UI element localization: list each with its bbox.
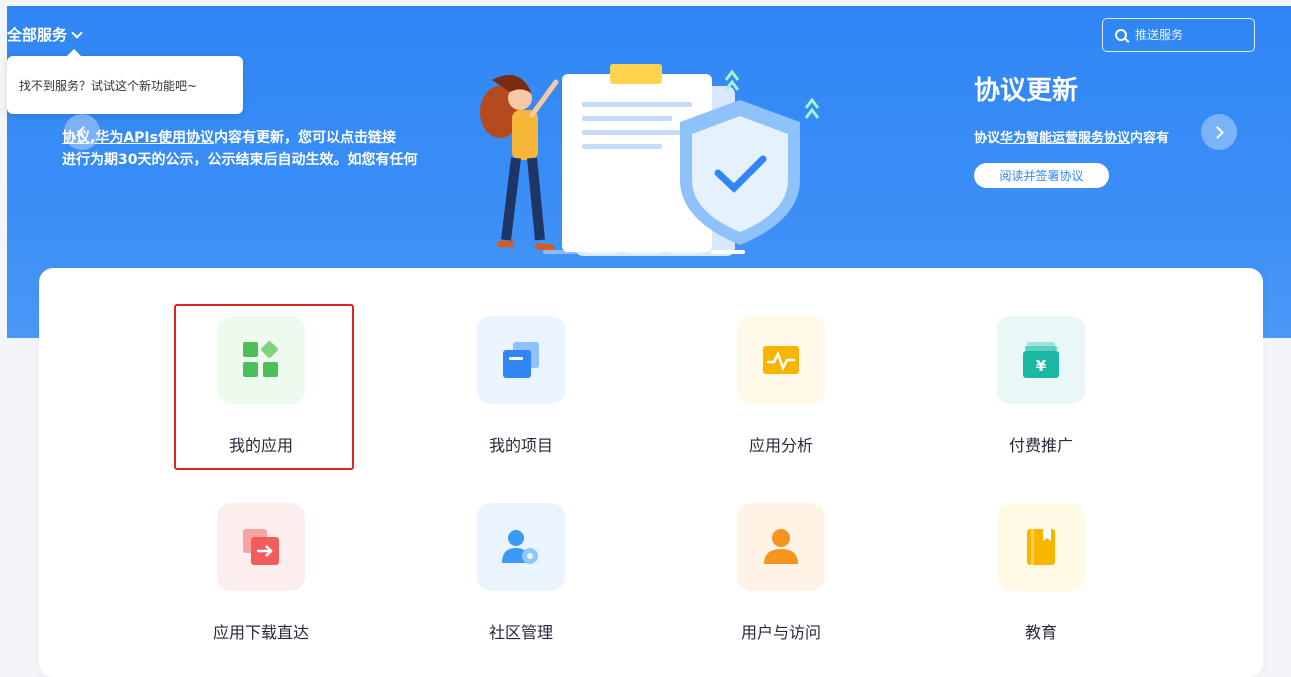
paid-promotion-icon: ¥ — [1023, 342, 1059, 378]
service-my-projects[interactable]: 我的项目 — [411, 316, 631, 456]
service-app-analytics[interactable]: 应用分析 — [671, 316, 891, 456]
chevron-right-icon — [1211, 125, 1224, 139]
service-label: 应用分析 — [748, 436, 813, 455]
service-icon-box: ¥ — [997, 316, 1085, 404]
service-icon-box — [217, 503, 305, 591]
carousel-dot[interactable] — [711, 250, 745, 254]
agreement-update-text: 协议华为智能运营服务协议内容有 — [974, 127, 1204, 146]
carousel-dot[interactable] — [627, 250, 661, 254]
service-icon-box — [477, 316, 565, 404]
notice-line2-text: 进行为期30天的公示，公示结束后自动生效。如您有任何 — [62, 152, 418, 168]
my-projects-icon — [503, 342, 539, 378]
all-services-label: 全部服务 — [7, 26, 68, 44]
service-label: 用户与访问 — [740, 623, 821, 642]
community-management-icon — [502, 530, 538, 564]
notice-line1-text: 内容有更新，您可以点击链接 — [213, 130, 396, 146]
notice-agreement-link[interactable]: 协议,华为APIs使用协议 — [62, 130, 214, 146]
service-icon-box — [477, 503, 565, 591]
service-label: 教育 — [1024, 623, 1057, 642]
right-text-suffix: 内容有 — [1130, 131, 1170, 146]
service-label: 社区管理 — [488, 623, 553, 642]
agreement-update-title: 协议更新 — [974, 76, 1079, 106]
service-education[interactable]: 教育 — [931, 503, 1151, 643]
page: 全部服务 找不到服务？试试这个新功能吧~ 协议,华为APIs使用协议内容有更新，… — [0, 0, 1291, 677]
my-apps-icon — [243, 341, 278, 377]
svg-text:¥: ¥ — [1036, 357, 1047, 375]
agreement-notice: 协议,华为APIs使用协议内容有更新，您可以点击链接 进行为期30天的公示，公示… — [62, 127, 472, 171]
user-access-icon — [764, 529, 798, 564]
right-text-prefix: 协议 — [974, 131, 1001, 146]
service-label: 我的项目 — [488, 436, 553, 455]
all-services-menu[interactable]: 全部服务 — [7, 24, 83, 45]
carousel-indicators — [543, 250, 745, 254]
intelligent-ops-agreement-link[interactable]: 华为智能运营服务协议 — [1000, 131, 1130, 146]
tooltip-text: 找不到服务？试试这个新功能吧~ — [19, 79, 198, 93]
search-icon — [1115, 29, 1127, 41]
service-icon-box — [737, 503, 825, 591]
carousel-next-button[interactable] — [1201, 114, 1237, 150]
service-community-management[interactable]: 社区管理 — [411, 503, 631, 643]
service-icon-box — [737, 316, 825, 404]
feature-tooltip: 找不到服务？试试这个新功能吧~ — [7, 49, 243, 114]
app-analytics-icon — [763, 346, 799, 374]
agreement-illustration — [480, 64, 820, 256]
carousel-dot[interactable] — [585, 250, 619, 254]
service-user-access[interactable]: 用户与访问 — [671, 503, 891, 643]
chevron-down-icon — [71, 26, 83, 39]
carousel-dot[interactable] — [669, 250, 703, 254]
carousel-dot[interactable] — [543, 250, 577, 254]
service-my-apps[interactable]: 我的应用 — [151, 316, 371, 456]
service-app-download[interactable]: 应用下载直达 — [151, 503, 371, 643]
search-box[interactable] — [1102, 18, 1255, 52]
app-download-icon — [243, 529, 279, 565]
service-label: 我的应用 — [228, 436, 293, 455]
read-and-sign-button[interactable]: 阅读并签署协议 — [974, 163, 1109, 188]
education-icon — [1027, 529, 1055, 565]
service-label: 应用下载直达 — [212, 623, 309, 642]
service-paid-promotion[interactable]: ¥ 付费推广 — [931, 316, 1151, 456]
service-icon-box — [997, 503, 1085, 591]
service-label: 付费推广 — [1008, 436, 1073, 455]
search-input[interactable] — [1135, 28, 1235, 42]
service-icon-box — [217, 316, 305, 404]
